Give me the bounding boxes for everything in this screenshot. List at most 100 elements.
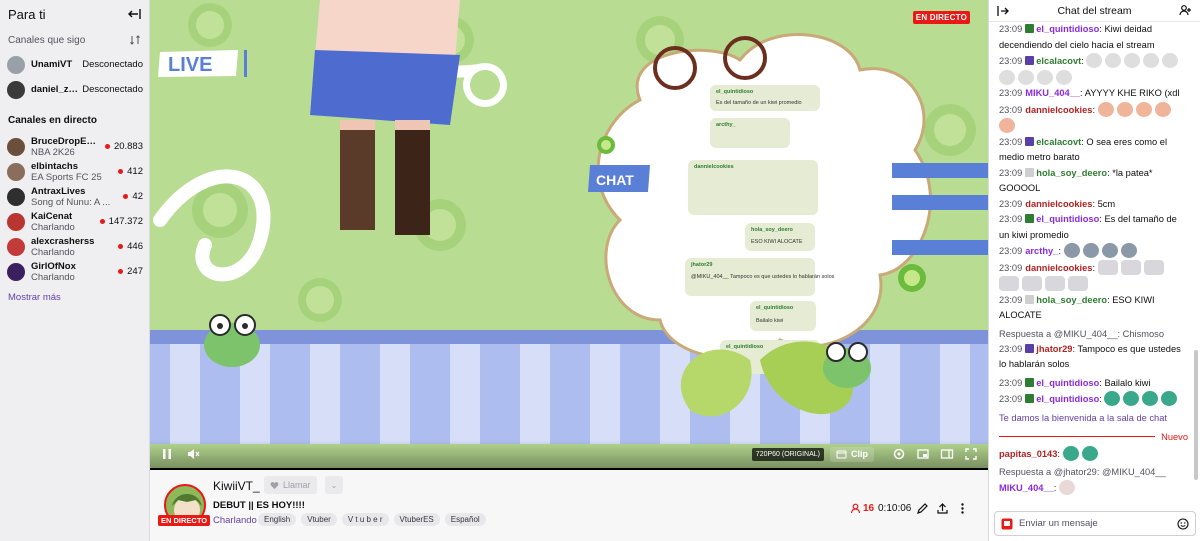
emote-icon (1037, 69, 1053, 85)
emote-icon (999, 276, 1019, 291)
collapse-sidebar-icon[interactable] (127, 7, 141, 21)
timestamp: 23:09 (999, 394, 1023, 404)
channel-game: Charlando (31, 221, 75, 233)
username[interactable]: dannielcookies (1025, 199, 1092, 209)
more-options-icon[interactable] (956, 502, 969, 515)
video-player[interactable]: LIVE CHAT el_quintidioso Es del tamaño d… (150, 0, 988, 470)
username[interactable]: hola_soy_deero (1036, 295, 1107, 305)
edit-icon[interactable] (916, 502, 929, 515)
share-icon[interactable] (936, 502, 949, 515)
chat-input[interactable]: Enviar un mensaje (994, 511, 1196, 536)
chat-messages: 23:09 el_quintidioso: Kiwi deidad decendi… (989, 22, 1194, 506)
username[interactable]: jhator29 (1036, 344, 1072, 354)
followed-channel[interactable]: daniel_zo... Desconectado (0, 77, 149, 102)
followed-channel[interactable]: UnamiVT Desconectado (0, 52, 149, 77)
clip-label: Clip (851, 449, 868, 459)
chat-scrollbar[interactable] (1194, 350, 1198, 480)
emoji-icon[interactable] (1177, 517, 1189, 530)
viewer-count: 412 (127, 166, 143, 177)
message-text: O sea eres como el medio metro barato (999, 136, 1168, 163)
live-channel[interactable]: elbintachs EA Sports FC 25 412 (0, 159, 149, 184)
fullscreen-icon[interactable] (964, 447, 978, 461)
pause-icon[interactable] (160, 447, 174, 461)
reply-context[interactable]: Respuesta a @MIKU_404__: Chismoso (999, 327, 1188, 342)
tag[interactable]: V t u b e r (341, 513, 389, 526)
live-dot (118, 269, 124, 274)
chat-message: 23:09 el_quintidioso: Es del tamaño de un… (999, 214, 1177, 240)
overlay-chat-user: el_quintidioso (756, 305, 794, 311)
chat-message: 23:09 dannielcookies: (999, 101, 1188, 135)
username[interactable]: papitas_0143 (999, 449, 1057, 459)
timestamp: 23:09 (999, 56, 1023, 66)
clip-button[interactable]: Clip (830, 446, 874, 462)
username[interactable]: MIKU_404__ (999, 483, 1054, 493)
settings-icon[interactable] (892, 447, 906, 461)
timestamp: 23:09 (999, 262, 1023, 273)
streamer-name[interactable]: KiwiiVT_ (213, 479, 260, 493)
quality-badge[interactable]: 720P60 (ORIGINAL) (751, 447, 824, 461)
popout-icon[interactable] (916, 447, 930, 461)
viewer-count: 16 (850, 503, 874, 514)
viewer-count: 42 (132, 191, 143, 202)
username[interactable]: dannielcookies (1025, 263, 1092, 273)
category-link[interactable]: Charlando (213, 515, 257, 526)
tag[interactable]: Vtuber (301, 513, 337, 526)
player-controls: 720P60 (ORIGINAL) Clip (150, 440, 988, 468)
chat-badge-icon[interactable] (1001, 518, 1013, 530)
channel-name: KaiCenat (31, 210, 73, 222)
username[interactable]: el_quintidioso (1036, 378, 1099, 388)
chevron-down-icon[interactable]: ⌄ (325, 476, 343, 494)
clip-icon (836, 450, 847, 458)
tag[interactable]: Español (444, 513, 486, 526)
avatar (7, 262, 25, 281)
live-dot (123, 194, 129, 199)
live-channel[interactable]: BruceDropEmOff NBA 2K26 20.883 (0, 134, 149, 159)
emote-icon (1162, 53, 1179, 68)
live-channel[interactable]: GirlOfNox Charlando 247 (0, 259, 149, 284)
emote-icon (1082, 243, 1099, 258)
sort-icon[interactable] (129, 34, 141, 46)
badge-icon (1025, 377, 1035, 387)
tag[interactable]: English (258, 513, 297, 526)
call-button[interactable]: Llamar (264, 476, 317, 494)
badge-icon (1025, 343, 1035, 353)
timestamp: 23:09 (999, 167, 1023, 178)
new-label: Nuevo (1161, 431, 1188, 442)
show-more-link[interactable]: Mostrar más (0, 284, 149, 311)
emote-icon (1120, 243, 1137, 258)
chat-message: 23:09 jhator29: Tampoco es que ustedes lo… (999, 343, 1181, 369)
channel-game: Charlando (31, 271, 75, 283)
theatre-mode-icon[interactable] (940, 447, 954, 461)
emote-icon (1097, 259, 1118, 275)
mute-icon[interactable] (186, 447, 200, 461)
emote-icon (1143, 259, 1164, 275)
username[interactable]: arcthy_ (1025, 246, 1058, 256)
overlay-chat-text: ESO KIWI ALOCATE (751, 239, 803, 245)
username[interactable]: MIKU_404__ (1025, 88, 1080, 98)
timestamp: 23:09 (999, 377, 1023, 388)
message-text: AYYYY KHE RIKO (xdl (1084, 88, 1180, 98)
channel-name: daniel_zo... (31, 84, 80, 95)
message-text: 5cm (1097, 198, 1116, 209)
username[interactable]: el_quintidioso (1036, 24, 1099, 34)
username[interactable]: hola_soy_deero (1036, 168, 1107, 178)
username[interactable]: el_quintidioso (1036, 394, 1099, 404)
username[interactable]: dannielcookies (1025, 105, 1092, 115)
left-sidebar: Para ti Canales que sigo UnamiVT Descone… (0, 0, 150, 541)
emote-icon (1018, 69, 1034, 85)
tag[interactable]: VtuberES (393, 513, 440, 526)
reply-context[interactable]: Respuesta a @jhator29: @MIKU_404__ (999, 465, 1188, 480)
username[interactable]: elcalacovt (1036, 56, 1081, 66)
live-channel[interactable]: AntraxLives Song of Nunu: A ... 42 (0, 184, 149, 209)
collapse-chat-icon[interactable] (997, 5, 1009, 17)
username[interactable]: elcalacovt (1036, 137, 1081, 147)
live-channel[interactable]: KaiCenat Charlando 147.372 (0, 209, 149, 234)
username[interactable]: el_quintidioso (1036, 214, 1099, 224)
viewer-count: 147.372 (108, 216, 143, 227)
chat-header: Chat del stream (989, 0, 1200, 22)
emote-icon (1135, 101, 1152, 117)
chat-users-icon[interactable] (1179, 4, 1192, 17)
emote-icon (1105, 53, 1122, 68)
live-channel[interactable]: alexcrasherss Charlando 446 (0, 234, 149, 259)
chat-message: MIKU_404__: (999, 480, 1188, 497)
